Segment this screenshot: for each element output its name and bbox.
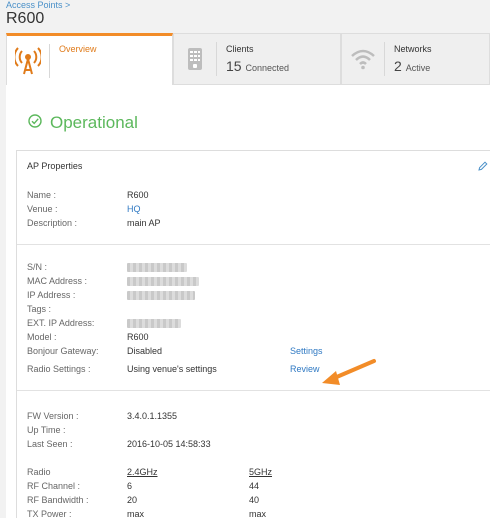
model-label: Model :: [27, 332, 57, 342]
tx-power-5: max: [249, 509, 267, 518]
name-label: Name :: [27, 190, 57, 200]
overview-panel: Operational AP Properties Name : R600 Ve…: [6, 85, 490, 518]
description-label: Description :: [27, 218, 78, 228]
status-indicator: Operational: [28, 113, 138, 133]
radio-col-24ghz: 2.4GHz: [127, 467, 158, 477]
venue-label: Venue :: [27, 204, 58, 214]
ext-ip-value-redacted: [127, 318, 181, 329]
radio-review-link[interactable]: Review: [290, 364, 320, 374]
pencil-icon[interactable]: [478, 161, 488, 174]
radio-header-label: Radio: [27, 467, 51, 477]
rf-bandwidth-5: 40: [249, 495, 260, 505]
wifi-tower-icon: [7, 36, 49, 86]
tab-overview[interactable]: Overview: [6, 33, 173, 86]
orange-arrow-annotation: [322, 359, 376, 385]
tab-networks[interactable]: Networks 2 Active: [341, 33, 490, 85]
mac-value-redacted: [127, 276, 199, 287]
radio-settings-label: Radio Settings :: [27, 364, 91, 374]
description-value: main AP: [127, 218, 161, 228]
sn-label: S/N :: [27, 262, 48, 272]
radio-col-5ghz: 5GHz: [249, 467, 273, 477]
tx-power-label: TX Power :: [27, 509, 72, 518]
check-circle-icon: [28, 113, 42, 133]
ext-ip-label: EXT. IP Address:: [27, 318, 95, 328]
venue-link[interactable]: HQ: [127, 204, 141, 214]
card-title: AP Properties: [27, 161, 83, 171]
tab-clients[interactable]: Clients 15 Connected: [173, 33, 341, 85]
tab-label-overview: Overview: [59, 44, 97, 54]
tab-label-networks: Networks: [394, 44, 432, 54]
tags-label: Tags :: [27, 304, 52, 314]
rf-channel-5: 44: [249, 481, 260, 491]
model-value: R600: [127, 332, 149, 342]
status-label: Operational: [50, 113, 138, 132]
device-icon: [174, 34, 216, 84]
divider: [17, 244, 490, 245]
tab-divider: [216, 42, 217, 76]
radio-settings-value: Using venue's settings: [127, 364, 217, 374]
ap-properties-card: AP Properties Name : R600 Venue : HQ Des…: [16, 150, 490, 518]
networks-count: 2 Active: [394, 58, 431, 74]
name-value: R600: [127, 190, 149, 200]
ip-label: IP Address :: [27, 290, 76, 300]
breadcrumb[interactable]: Access Points >: [6, 0, 70, 10]
tab-divider: [384, 42, 385, 76]
bonjour-value: Disabled: [127, 346, 163, 356]
last-seen-value: 2016-10-05 14:58:33: [127, 439, 211, 449]
tab-divider: [49, 44, 50, 78]
tab-bar: Overview Clients 15 Connected Networks 2…: [6, 33, 490, 86]
rf-bandwidth-label: RF Bandwidth :: [27, 495, 89, 505]
bonjour-label: Bonjour Gateway:: [27, 346, 99, 356]
ip-value-redacted: [127, 290, 195, 301]
clients-count: 15 Connected: [226, 58, 290, 74]
divider: [17, 390, 490, 391]
top-bar: Access Points > R600: [0, 0, 490, 33]
sn-value-redacted: [127, 262, 187, 273]
rf-bandwidth-24: 20: [127, 495, 138, 505]
wifi-icon: [342, 34, 384, 84]
last-seen-label: Last Seen :: [27, 439, 73, 449]
rf-channel-label: RF Channel :: [27, 481, 81, 491]
fw-label: FW Version :: [27, 411, 79, 421]
rf-channel-24: 6: [127, 481, 133, 491]
fw-value: 3.4.0.1.1355: [127, 411, 178, 421]
uptime-label: Up Time :: [27, 425, 66, 435]
tab-label-clients: Clients: [226, 44, 254, 54]
mac-label: MAC Address :: [27, 276, 88, 286]
page-title: R600: [6, 10, 45, 27]
tx-power-24: max: [127, 509, 145, 518]
